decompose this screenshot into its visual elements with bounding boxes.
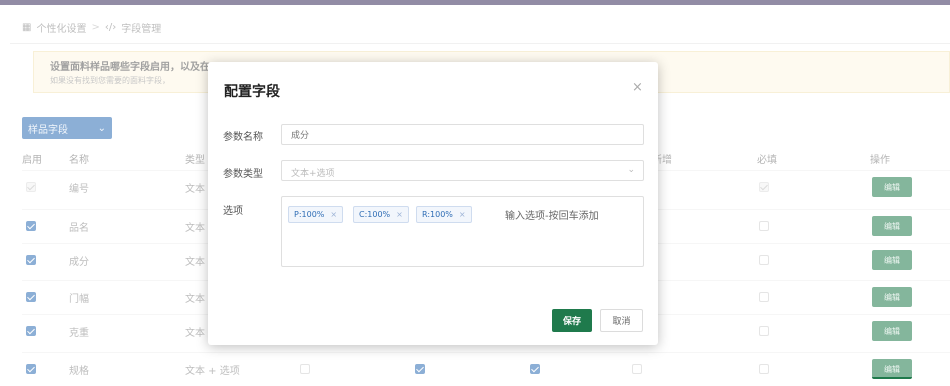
options-label: 选项 [223, 206, 243, 217]
save-button[interactable]: 保存 [552, 309, 592, 332]
param-name-label: 参数名称 [223, 132, 263, 143]
option-tag: C:100% × [353, 206, 409, 223]
cancel-button[interactable]: 取消 [600, 309, 643, 332]
chevron-down-icon: ⌄ [627, 165, 635, 175]
option-tag: R:100% × [416, 206, 472, 223]
param-type-value: 文本+选项 [291, 169, 335, 179]
tag-remove-icon[interactable]: × [459, 210, 466, 219]
options-tag-input[interactable]: P:100% × C:100% × R:100% × 输入选项-按回车添加 [281, 196, 644, 267]
param-type-select[interactable]: 文本+选项 ⌄ [281, 160, 644, 181]
close-icon[interactable]: × [632, 80, 643, 95]
dialog-title: 配置字段 [224, 84, 280, 100]
tag-remove-icon[interactable]: × [396, 210, 403, 219]
param-type-label: 参数类型 [223, 169, 263, 180]
options-input-placeholder[interactable]: 输入选项-按回车添加 [505, 207, 599, 222]
tag-label: P:100% [294, 210, 325, 219]
configure-field-dialog: 配置字段 × 参数名称 参数类型 文本+选项 ⌄ 选项 P:100% × C:1… [208, 62, 658, 345]
option-tag: P:100% × [288, 206, 344, 223]
param-name-input[interactable] [281, 124, 644, 145]
tag-remove-icon[interactable]: × [330, 210, 337, 219]
tag-label: R:100% [422, 210, 453, 219]
tag-label: C:100% [359, 210, 391, 219]
